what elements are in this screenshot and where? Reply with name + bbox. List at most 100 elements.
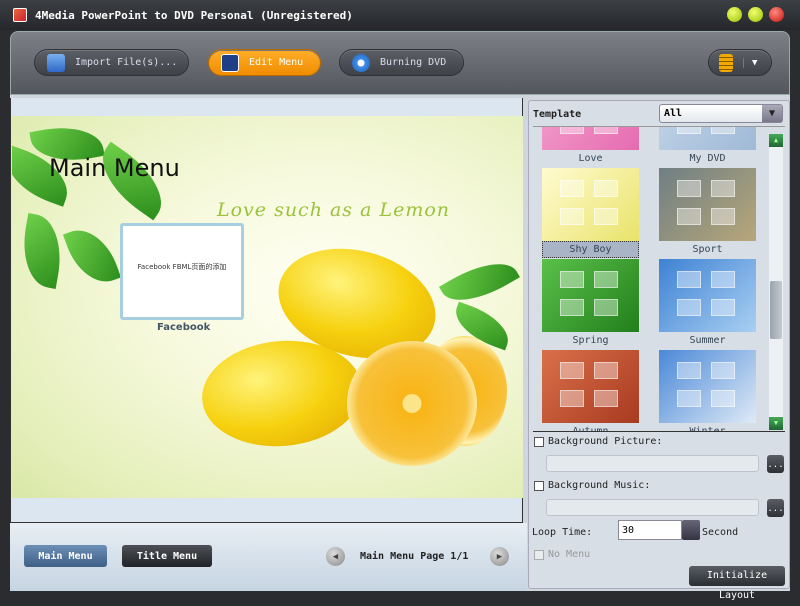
button-slot [711, 180, 735, 197]
template-gallery: Love My DVD Shy Boy Sport Spring Summer Autumn… [533, 126, 785, 432]
button-slot [594, 180, 618, 197]
menu-title[interactable]: Main Menu [49, 154, 180, 182]
template-tile-my-dvd[interactable] [659, 127, 756, 150]
button-slot [711, 299, 735, 316]
main-menu-button[interactable]: Main Menu [24, 545, 107, 567]
main-area: Main Menu Love such as a Lemon Facebook … [10, 95, 790, 601]
template-tile-autumn[interactable] [542, 350, 639, 423]
loop-time-stepper[interactable] [682, 520, 700, 540]
template-tile-shy-boy[interactable] [542, 168, 639, 241]
background-picture-label: Background Picture: [548, 436, 663, 447]
menu-background-image: Main Menu Love such as a Lemon Facebook … [12, 116, 523, 498]
button-slot [711, 362, 735, 379]
button-slot [560, 208, 584, 225]
button-slot [560, 127, 584, 134]
menu-preview: Main Menu Love such as a Lemon Facebook … [10, 98, 523, 523]
template-name[interactable]: Sport [659, 244, 756, 255]
template-tile-winter[interactable] [659, 350, 756, 423]
template-name[interactable]: Winter [659, 426, 756, 431]
no-menu-checkbox[interactable] [534, 550, 544, 560]
button-slot [560, 271, 584, 288]
button-slot [677, 127, 701, 134]
burning-dvd-button[interactable]: Burning DVD [339, 49, 464, 76]
browse-music-button[interactable]: ... [767, 499, 784, 517]
initialize-layout-button[interactable]: Initialize Layout [689, 566, 785, 601]
template-name[interactable]: My DVD [659, 153, 756, 164]
thumbnail-caption[interactable]: Facebook [157, 322, 210, 333]
background-picture-field[interactable] [546, 455, 759, 472]
button-slot [594, 208, 618, 225]
window-title: 4Media PowerPoint to DVD Personal (Unreg… [35, 9, 353, 22]
background-picture-checkbox[interactable] [534, 437, 544, 447]
button-slot [677, 208, 701, 225]
previous-page-button[interactable]: ◀ [326, 547, 345, 566]
template-name[interactable]: Autumn [542, 426, 639, 431]
title-menu-button[interactable]: Title Menu [122, 545, 212, 567]
button-slot [594, 390, 618, 407]
menu-navigation: Main Menu Title Menu ◀ Main Menu Page 1/… [10, 523, 527, 591]
layout-dropdown-button[interactable]: ▼ [708, 49, 772, 76]
gallery-scrollbar[interactable]: ▲ ▼ [769, 134, 783, 430]
template-name[interactable]: Summer [659, 335, 756, 346]
chevron-down-icon[interactable]: ▼ [762, 105, 782, 122]
template-name[interactable]: Love [542, 153, 639, 164]
app-icon [13, 8, 27, 22]
template-label: Template [533, 109, 582, 120]
background-music-checkbox[interactable] [534, 481, 544, 491]
template-name[interactable]: Spring [542, 335, 639, 346]
edit-menu-button[interactable]: Edit Menu [208, 49, 321, 76]
button-slot [594, 362, 618, 379]
button-slot [711, 271, 735, 288]
import-files-button[interactable]: Import File(s)... [34, 49, 189, 76]
loop-unit-label: Second [702, 527, 739, 538]
scroll-up-icon[interactable]: ▲ [769, 134, 783, 147]
button-slot [560, 180, 584, 197]
button-slot [594, 299, 618, 316]
button-slot [560, 362, 584, 379]
loop-time-label: Loop Time: [532, 527, 593, 538]
page-indicator: Main Menu Page 1/1 [360, 551, 469, 562]
button-slot [560, 299, 584, 316]
filter-value: All [664, 108, 683, 119]
browse-picture-button[interactable]: ... [767, 455, 784, 473]
template-name[interactable]: Shy Boy [542, 241, 639, 258]
template-panel: Template All ▼ Love My DVD Shy Boy Sport Spr… [528, 100, 790, 601]
menu-tagline: Love such as a Lemon [217, 199, 451, 221]
scrollbar-thumb[interactable] [770, 281, 782, 339]
menu-grid-icon [221, 53, 239, 72]
menu-thumbnail[interactable]: Facebook FBML页面的添加 [120, 223, 244, 320]
close-button[interactable] [769, 7, 784, 22]
import-label: Import File(s)... [75, 57, 178, 68]
button-slot [677, 299, 701, 316]
chevron-down-icon: ▼ [743, 57, 757, 68]
template-tile-spring[interactable] [542, 259, 639, 332]
button-slot [594, 127, 618, 134]
loop-time-input[interactable] [618, 520, 682, 540]
next-page-button[interactable]: ▶ [490, 547, 509, 566]
button-slot [677, 362, 701, 379]
template-tile-summer[interactable] [659, 259, 756, 332]
scroll-down-icon[interactable]: ▼ [769, 417, 783, 430]
button-slot [711, 390, 735, 407]
thumbnail-text: Facebook FBML页面的添加 [137, 263, 227, 271]
button-slot [560, 390, 584, 407]
template-tile-sport[interactable] [659, 168, 756, 241]
disc-icon [352, 53, 370, 72]
edit-menu-label: Edit Menu [249, 57, 304, 68]
minimize-button[interactable] [727, 7, 742, 22]
maximize-button[interactable] [748, 7, 763, 22]
import-file-icon [47, 53, 65, 72]
background-music-field[interactable] [546, 499, 759, 516]
burning-label: Burning DVD [380, 57, 447, 68]
button-slot [594, 271, 618, 288]
button-slot [677, 180, 701, 197]
list-icon [719, 53, 733, 72]
button-slot [677, 390, 701, 407]
template-filter-select[interactable]: All ▼ [659, 104, 783, 123]
title-bar: 4Media PowerPoint to DVD Personal (Unreg… [0, 0, 800, 30]
button-slot [677, 271, 701, 288]
template-tile-love[interactable] [542, 127, 639, 150]
background-music-label: Background Music: [548, 480, 651, 491]
button-slot [711, 127, 735, 134]
button-slot [711, 208, 735, 225]
